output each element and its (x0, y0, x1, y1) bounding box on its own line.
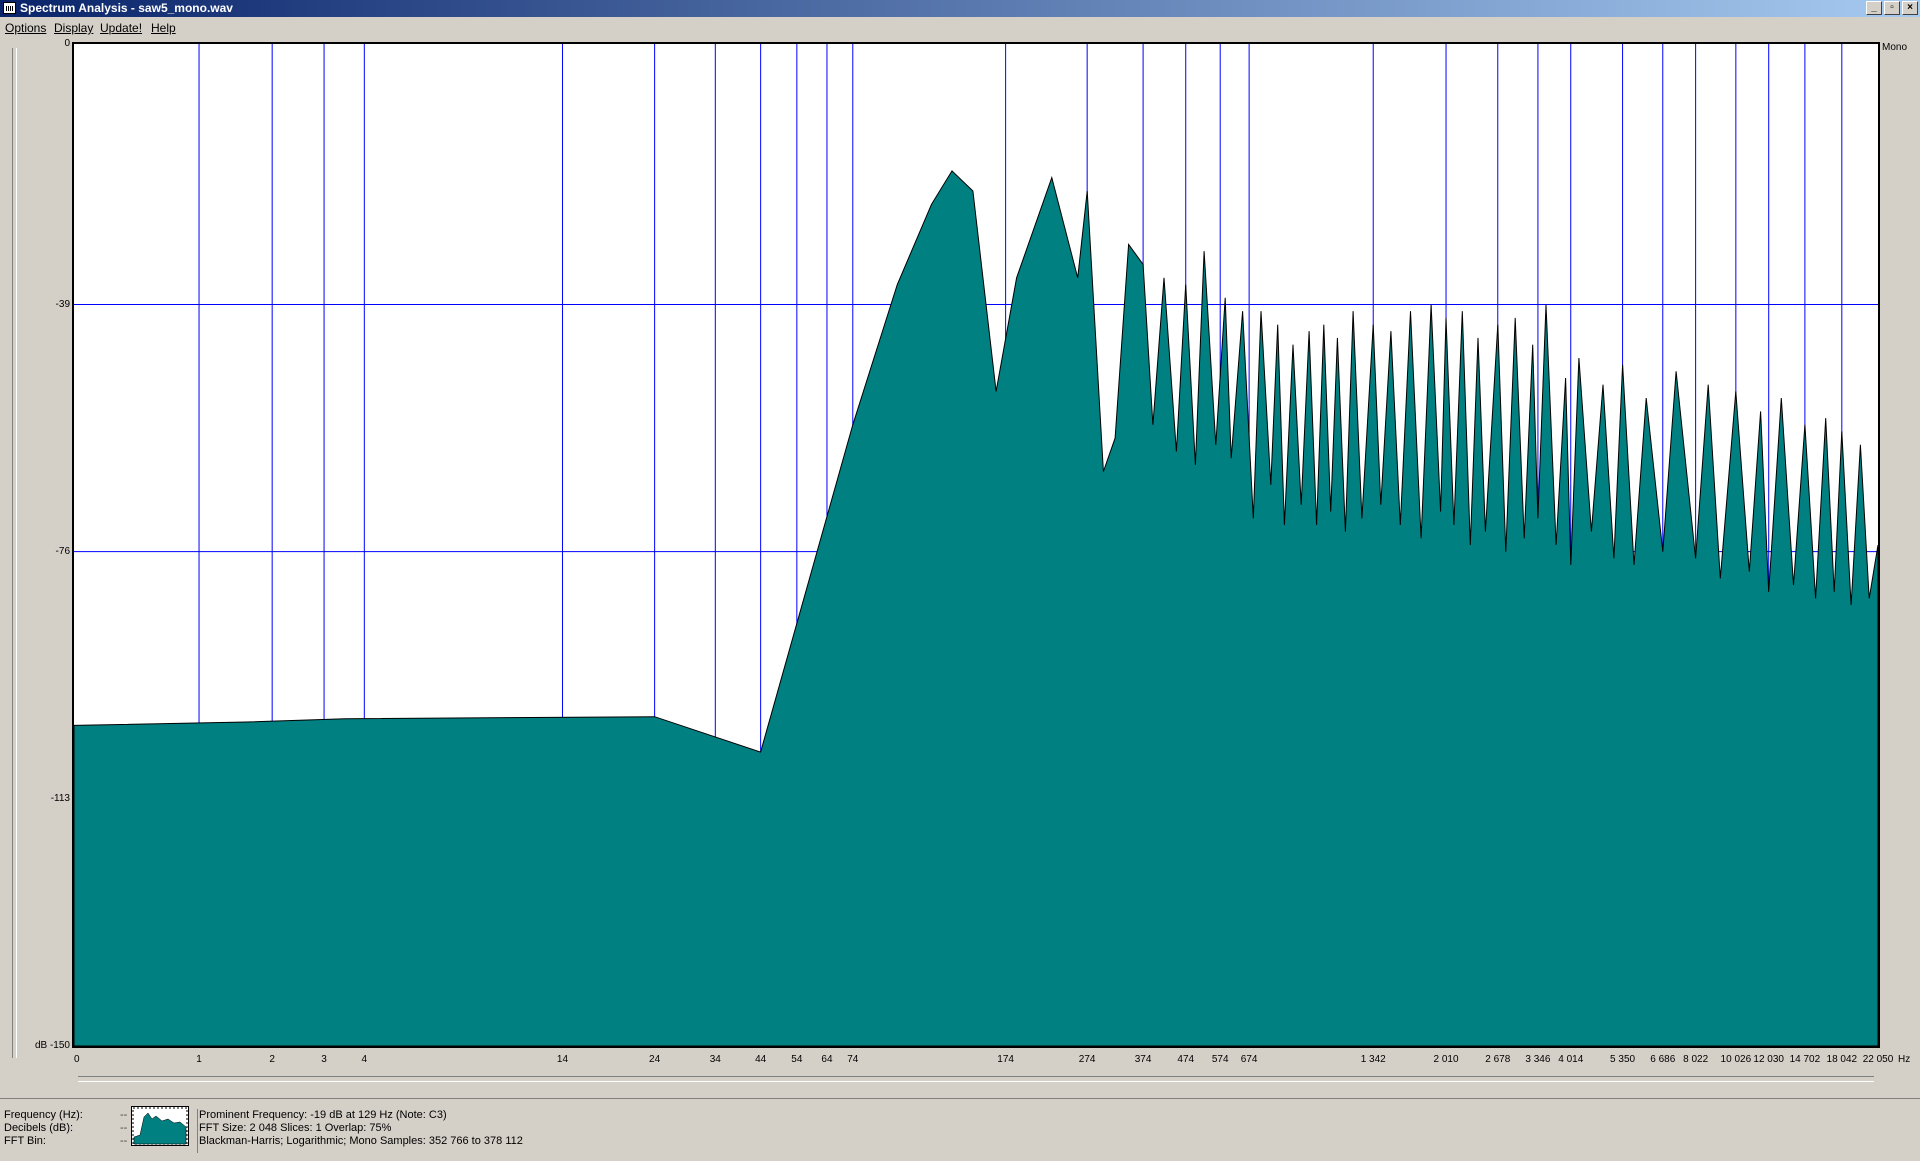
x-tick-label: 1 342 (1360, 1054, 1386, 1065)
spectrum-plot[interactable] (72, 42, 1880, 1048)
decibels-label: Decibels (dB): (4, 1122, 74, 1134)
menu-options[interactable]: Options (5, 21, 46, 35)
x-unit-label: Hz (1898, 1054, 1911, 1065)
x-tick-label: 374 (1134, 1054, 1152, 1065)
x-tick-label: 14 (556, 1054, 569, 1065)
restore-button[interactable]: ▫ (1884, 1, 1900, 15)
status-labels: Frequency (Hz): Decibels (dB): FFT Bin: (4, 1109, 83, 1148)
x-tick-label: 5 350 (1610, 1054, 1636, 1065)
x-tick-label: 574 (1211, 1054, 1229, 1065)
spectrum-thumbnail[interactable] (131, 1106, 189, 1146)
y-tick-label: -76 (55, 545, 70, 557)
x-tick-label: 3 346 (1525, 1054, 1551, 1065)
x-tick-label: 64 (821, 1054, 833, 1065)
analysis-info: Prominent Frequency: -19 dB at 129 Hz (N… (197, 1109, 523, 1153)
menu-bar: Options Display Update! Help (0, 18, 1920, 38)
x-tick-label: 174 (997, 1054, 1014, 1065)
x-tick-label: 14 702 (1789, 1054, 1821, 1065)
title-bar: Spectrum Analysis - saw5_mono.wav _ ▫ × (0, 0, 1920, 17)
channel-label: Mono (1882, 42, 1908, 53)
fft-bin-label: FFT Bin: (4, 1135, 46, 1147)
fft-size-text: FFT Size: 2 048 Slices: 1 Overlap: 75% (199, 1122, 392, 1134)
minimize-button[interactable]: _ (1866, 1, 1882, 15)
x-tick-label: 34 (709, 1054, 721, 1065)
x-tick-label: 0 (74, 1054, 80, 1065)
x-tick-label: 10 026 (1720, 1054, 1752, 1065)
close-button[interactable]: × (1902, 1, 1918, 15)
x-tick-label: 22 050 (1862, 1054, 1894, 1065)
horizontal-zoom-slider[interactable] (78, 1076, 1874, 1082)
menu-update[interactable]: Update! (100, 21, 142, 35)
x-tick-label: 1 (196, 1054, 202, 1065)
spectrum-area (74, 170, 1878, 1046)
x-tick-label: 2 678 (1485, 1054, 1511, 1065)
x-tick-label: 3 (321, 1054, 327, 1065)
y-tick-label: dB -150 (34, 1040, 70, 1051)
window-settings-text: Blackman-Harris; Logarithmic; Mono Sampl… (199, 1135, 523, 1147)
thumbnail-svg (132, 1107, 188, 1145)
prominent-frequency-text: Prominent Frequency: -19 dB at 129 Hz (N… (199, 1109, 447, 1121)
x-tick-label: 4 (361, 1054, 368, 1065)
x-tick-label: 44 (755, 1054, 767, 1065)
x-tick-label: 54 (791, 1054, 803, 1065)
x-tick-label: 474 (1177, 1054, 1195, 1065)
frequency-value: -- (120, 1109, 128, 1121)
x-tick-label: 4 014 (1558, 1054, 1584, 1065)
menu-help[interactable]: Help (151, 21, 176, 35)
x-tick-label: 6 686 (1650, 1054, 1676, 1065)
x-tick-label: 674 (1240, 1054, 1258, 1065)
vertical-zoom-slider[interactable] (12, 48, 17, 1058)
spectrum-svg (74, 44, 1878, 1046)
y-tick-label: -113 (50, 792, 70, 804)
x-tick-label: 2 010 (1433, 1054, 1459, 1065)
status-values: -- -- -- (120, 1109, 127, 1148)
status-panel: Frequency (Hz): Decibels (dB): FFT Bin: … (0, 1098, 1920, 1161)
x-tick-label: 74 (847, 1054, 859, 1065)
x-tick-label: 18 042 (1826, 1054, 1858, 1065)
frequency-label: Frequency (Hz): (4, 1109, 83, 1121)
x-tick-label: 24 (649, 1054, 661, 1065)
menu-display[interactable]: Display (54, 21, 93, 35)
x-tick-label: 8 022 (1683, 1054, 1709, 1065)
spectrum-app-icon (3, 2, 16, 14)
x-tick-label: 12 030 (1753, 1054, 1784, 1065)
x-tick-label: 2 (269, 1054, 275, 1065)
window-title: Spectrum Analysis - saw5_mono.wav (20, 1, 233, 15)
decibels-value: -- (120, 1122, 128, 1134)
x-tick-label: 274 (1078, 1054, 1096, 1065)
fft-bin-value: -- (120, 1135, 128, 1147)
y-tick-label: 0 (64, 38, 70, 49)
window-controls: _ ▫ × (1866, 1, 1918, 15)
y-tick-label: -39 (55, 298, 70, 310)
